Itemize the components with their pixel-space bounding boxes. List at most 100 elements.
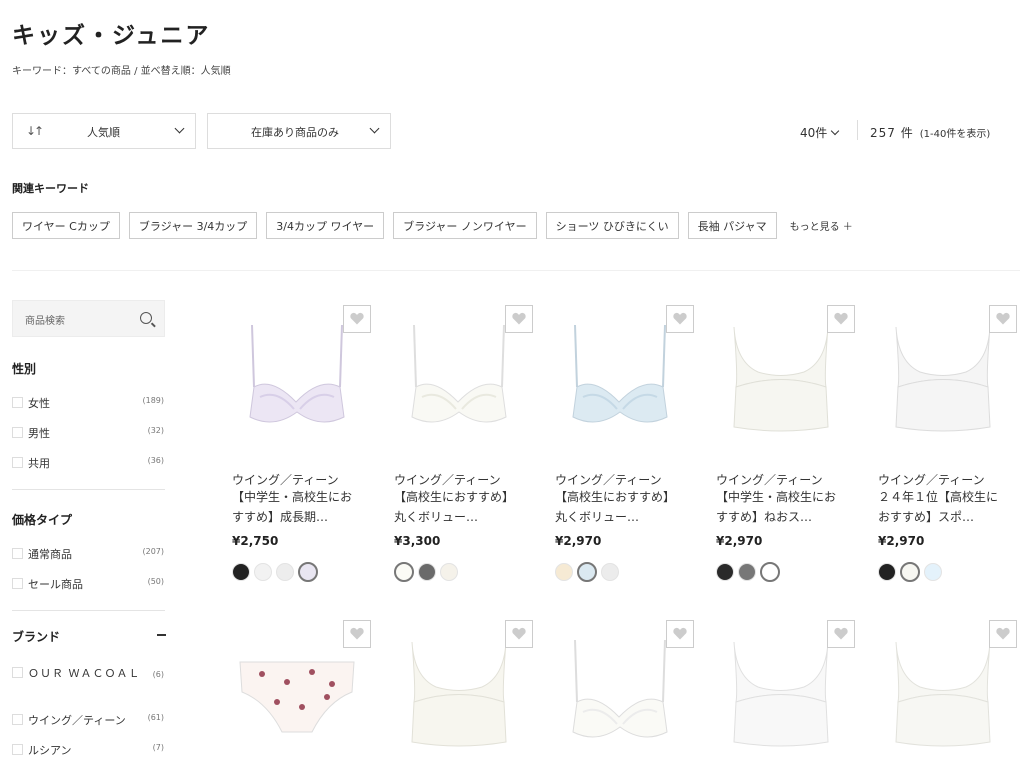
product-image[interactable] xyxy=(555,632,685,756)
product-image[interactable] xyxy=(878,632,1008,756)
product-image[interactable] xyxy=(394,317,524,441)
heart-icon xyxy=(673,627,687,640)
filter-title-price-type: 価格タイプ xyxy=(12,513,73,527)
stock-filter-dropdown[interactable]: 在庫あり商品のみ xyxy=(207,113,391,149)
filter-label: ウイング／ティーン xyxy=(28,714,126,727)
checkbox[interactable] xyxy=(12,457,23,468)
product-search-input[interactable]: 商品検索 xyxy=(12,300,165,337)
favorite-button[interactable] xyxy=(343,620,371,648)
color-swatch[interactable] xyxy=(601,563,619,581)
filter-option[interactable]: 共用 (36) xyxy=(12,455,165,471)
color-swatch[interactable] xyxy=(232,563,250,581)
related-keywords: ワイヤー Cカップ ブラジャー 3/4カップ 3/4カップ ワイヤー ブラジャー… xyxy=(12,212,853,239)
more-keywords-link[interactable]: もっと見る ＋ xyxy=(790,218,853,233)
per-page-label: 40件 xyxy=(800,126,828,140)
product-title[interactable]: 【中学生・高校生におすすめ】ねおス… xyxy=(716,487,846,527)
divider xyxy=(12,270,1020,271)
keyword-chip[interactable]: 3/4カップ ワイヤー xyxy=(266,212,385,239)
checkbox[interactable] xyxy=(12,744,23,755)
color-swatch[interactable] xyxy=(418,563,436,581)
color-swatches xyxy=(716,562,780,582)
filter-count: (7) xyxy=(152,743,164,752)
favorite-button[interactable] xyxy=(989,305,1017,333)
product-title[interactable]: ２４年１位【高校生におすすめ】スポ… xyxy=(878,487,1008,527)
product-title[interactable]: 【中学生・高校生におすすめ】成長期… xyxy=(232,487,362,527)
checkbox[interactable] xyxy=(12,427,23,438)
color-swatch[interactable] xyxy=(276,563,294,581)
product-image[interactable] xyxy=(232,317,362,441)
heart-icon xyxy=(512,312,526,325)
heart-icon xyxy=(834,627,848,640)
favorite-button[interactable] xyxy=(343,305,371,333)
filter-label: 通常商品 xyxy=(28,548,72,561)
keyword-chip[interactable]: ブラジャー 3/4カップ xyxy=(128,212,258,239)
filter-option[interactable]: セール商品 (50) xyxy=(12,576,165,592)
filter-label: 男性 xyxy=(28,427,50,440)
filter-count: (6) xyxy=(152,670,164,679)
filter-option[interactable]: ウイング／ティーン (61) xyxy=(12,712,165,728)
color-swatch[interactable] xyxy=(738,563,756,581)
color-swatch[interactable] xyxy=(760,562,780,582)
checkbox[interactable] xyxy=(12,578,23,589)
color-swatch[interactable] xyxy=(900,562,920,582)
product-image[interactable] xyxy=(232,632,362,756)
color-swatch[interactable] xyxy=(878,563,896,581)
related-keywords-title: 関連キーワード xyxy=(12,182,89,195)
result-count: 257 件 (1-40件を表示) xyxy=(870,124,990,141)
favorite-button[interactable] xyxy=(505,305,533,333)
favorite-button[interactable] xyxy=(827,620,855,648)
checkbox[interactable] xyxy=(12,714,23,725)
color-swatch[interactable] xyxy=(254,563,272,581)
color-swatch[interactable] xyxy=(298,562,318,582)
keyword-chip[interactable]: 長袖 パジャマ xyxy=(687,212,777,239)
product-image[interactable] xyxy=(716,317,846,441)
favorite-button[interactable] xyxy=(505,620,533,648)
heart-icon xyxy=(350,627,364,640)
color-swatch[interactable] xyxy=(440,563,458,581)
per-page-dropdown[interactable]: 40件 xyxy=(800,124,840,141)
checkbox[interactable] xyxy=(12,548,23,559)
filter-option[interactable]: 女性 (189) xyxy=(12,395,165,411)
filter-count: (50) xyxy=(147,577,164,586)
product-price: ¥2,750 xyxy=(232,534,279,548)
filter-count: (61) xyxy=(147,713,164,722)
color-swatch[interactable] xyxy=(716,563,734,581)
keyword-chip[interactable]: ショーツ ひびきにくい xyxy=(545,212,679,239)
filter-option[interactable]: 男性 (32) xyxy=(12,425,165,441)
favorite-button[interactable] xyxy=(666,305,694,333)
color-swatch[interactable] xyxy=(924,563,942,581)
filter-option[interactable]: ＯＵＲ ＷＡＣＯＡＬ (6) xyxy=(12,666,165,682)
keyword-chip[interactable]: ワイヤー Cカップ xyxy=(12,212,120,239)
product-image[interactable] xyxy=(394,632,524,756)
product-price: ¥2,970 xyxy=(716,534,763,548)
breadcrumb: キーワード：すべての商品 / 並べ替え順：人気順 xyxy=(12,66,231,77)
heart-icon xyxy=(996,312,1010,325)
search-icon[interactable] xyxy=(140,312,152,324)
filter-title-brand: ブランド xyxy=(12,630,61,644)
sort-dropdown[interactable]: ↓↑ 人気順 xyxy=(12,113,196,149)
color-swatch[interactable] xyxy=(394,562,414,582)
color-swatch[interactable] xyxy=(577,562,597,582)
color-swatch[interactable] xyxy=(555,563,573,581)
product-brand: ウイング／ティーン xyxy=(232,473,339,487)
collapse-icon[interactable] xyxy=(157,634,166,636)
product-image[interactable] xyxy=(555,317,685,441)
checkbox[interactable] xyxy=(12,397,23,408)
product-image[interactable] xyxy=(878,317,1008,441)
product-image[interactable] xyxy=(716,632,846,756)
filter-title-gender: 性別 xyxy=(12,362,37,376)
product-brand: ウイング／ティーン xyxy=(394,473,501,487)
filter-count: (207) xyxy=(142,547,164,556)
chevron-down-icon xyxy=(369,123,380,134)
keyword-chip[interactable]: ブラジャー ノンワイヤー xyxy=(393,212,537,239)
total-count: 257 件 xyxy=(870,126,914,140)
favorite-button[interactable] xyxy=(666,620,694,648)
filter-label: 女性 xyxy=(28,397,50,410)
checkbox[interactable] xyxy=(12,667,23,678)
product-title[interactable]: 【高校生におすすめ】丸くボリュー… xyxy=(555,487,685,527)
product-title[interactable]: 【高校生におすすめ】丸くボリュー… xyxy=(394,487,524,527)
filter-option[interactable]: 通常商品 (207) xyxy=(12,546,165,562)
favorite-button[interactable] xyxy=(989,620,1017,648)
filter-option[interactable]: ルシアン (7) xyxy=(12,742,165,758)
favorite-button[interactable] xyxy=(827,305,855,333)
